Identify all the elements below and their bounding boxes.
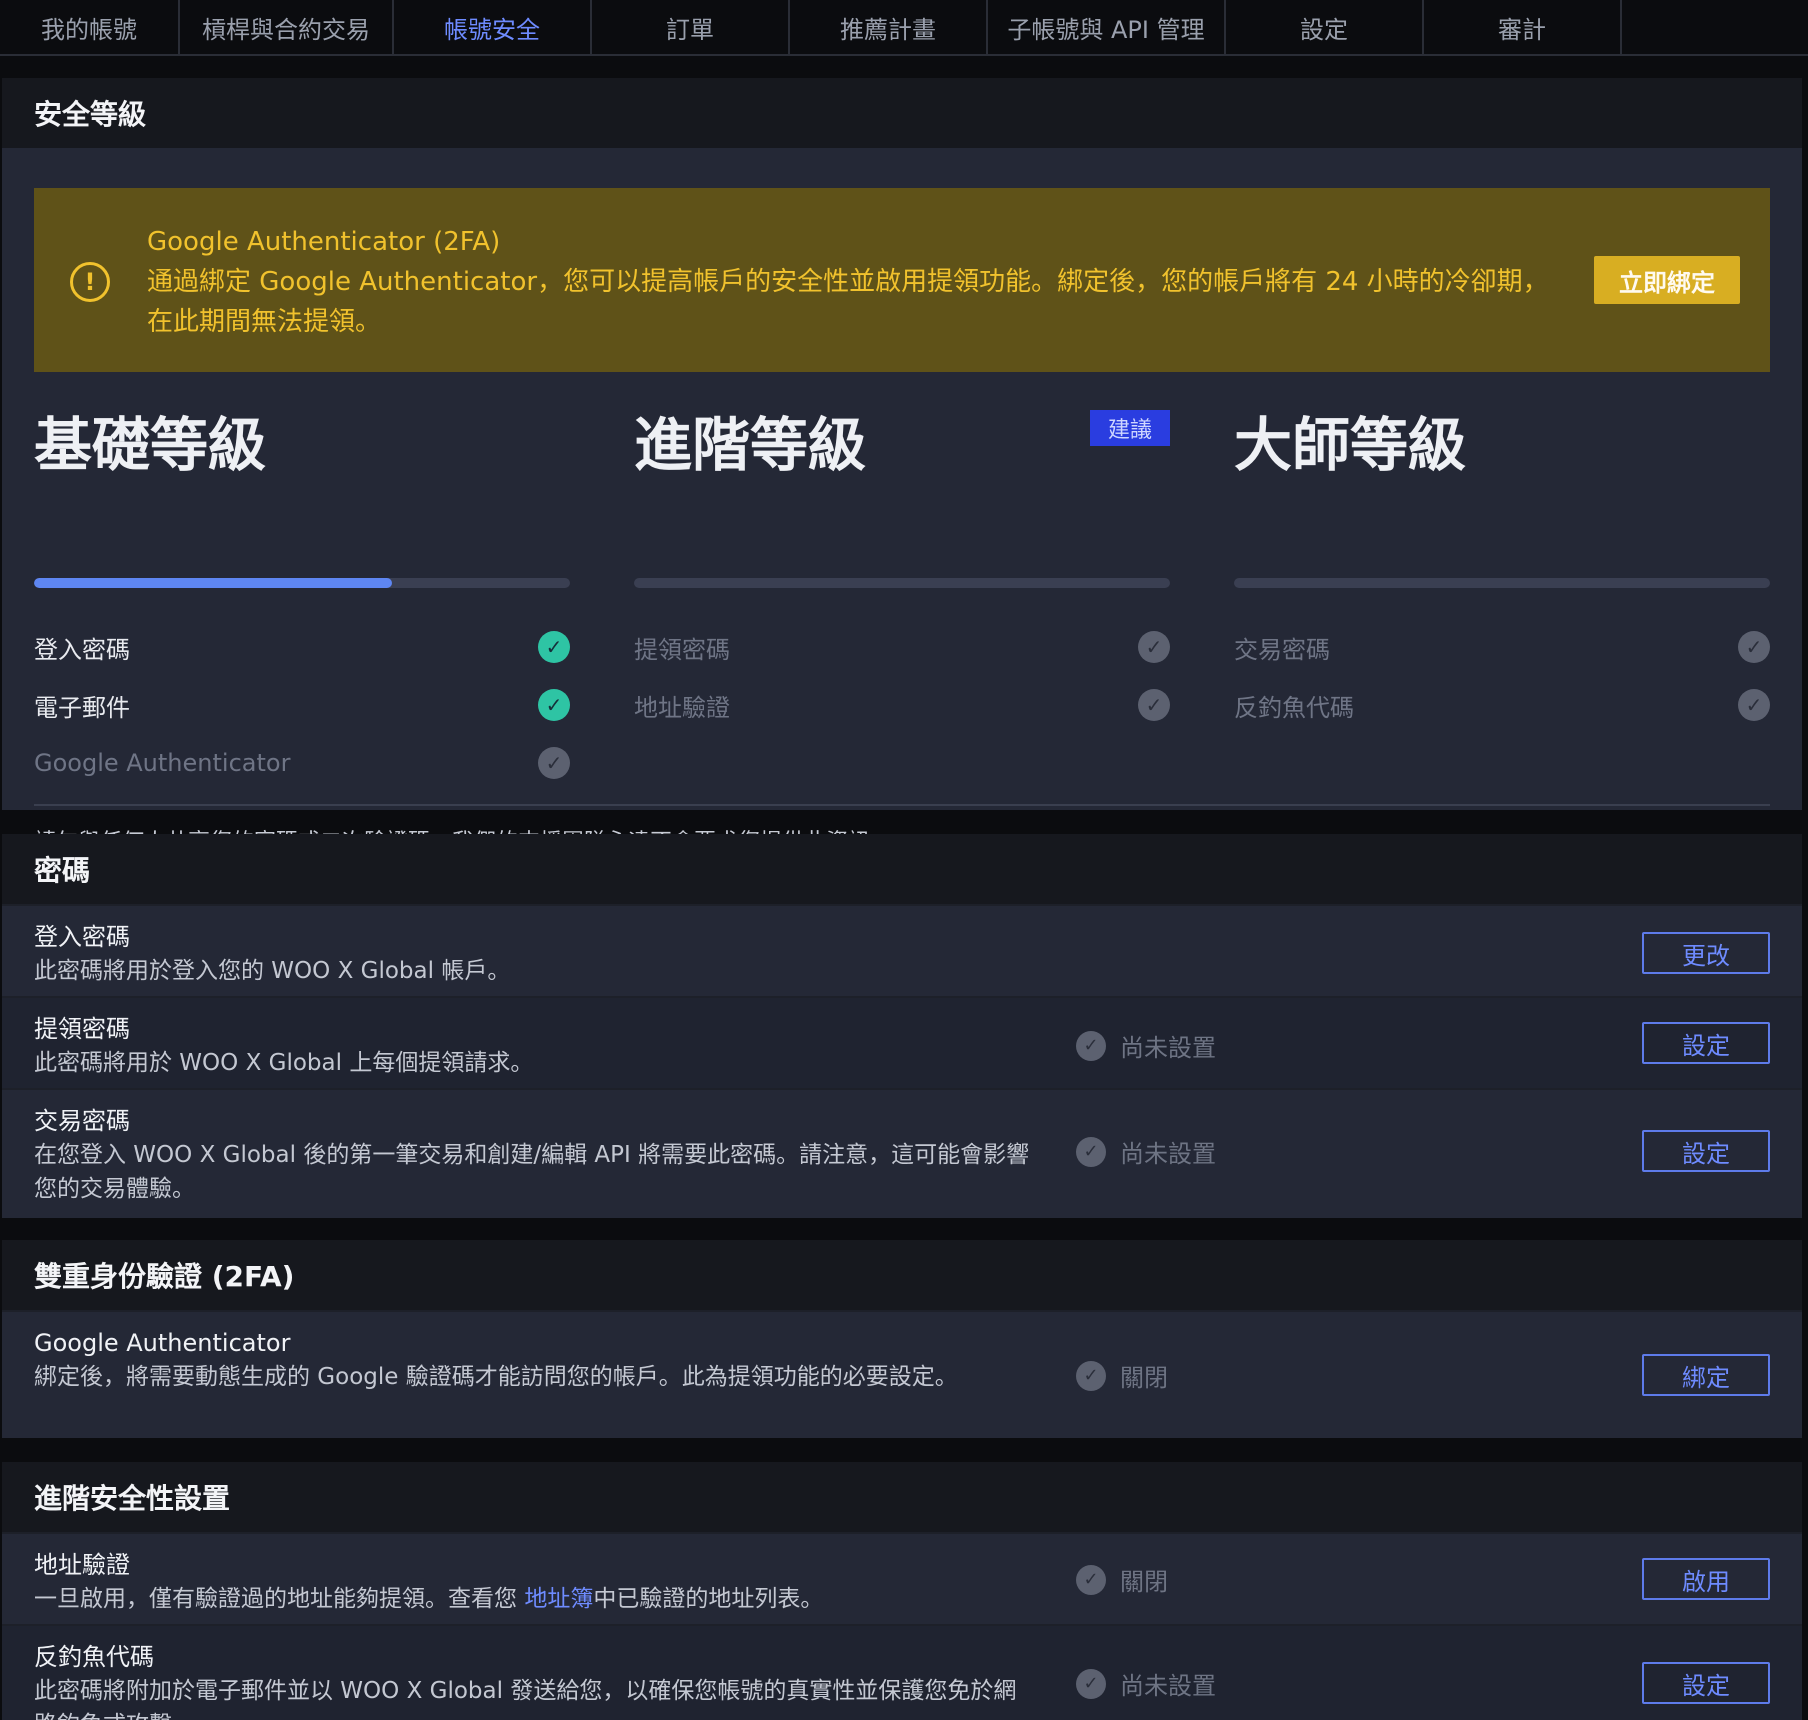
level-item-label: 交易密碼 [1234, 635, 1330, 664]
trading-password-row: 交易密碼 在您登入 WOO X Global 後的第一筆交易和創建/編輯 API… [2, 1088, 1802, 1212]
banner-message: 通過綁定 Google Authenticator，您可以提高帳戶的安全性並啟用… [147, 267, 1549, 337]
level-title: 基礎等級 [34, 411, 267, 479]
tab-orders[interactable]: 訂單 [592, 0, 790, 54]
exclamation-circle-icon: ! [70, 262, 110, 302]
row-desc-text: 一旦啟用，僅有驗證過的地址能夠提領。查看您 [34, 1586, 525, 1612]
tab-audit[interactable]: 審計 [1424, 0, 1622, 54]
level-item: 提領密碼 ✓ [634, 618, 1170, 676]
level-item-label: 提領密碼 [634, 635, 730, 664]
section-title: 雙重身份驗證 (2FA) [2, 1240, 1802, 1310]
section-title: 進階安全性設置 [2, 1462, 1802, 1532]
status-text: 關閉 [1120, 1568, 1168, 1596]
row-desc: 在您登入 WOO X Global 後的第一筆交易和創建/編輯 API 將需要此… [34, 1142, 1030, 1202]
divider [34, 804, 1770, 806]
check-circle-icon: ✓ [1076, 1360, 1106, 1391]
row-title: 提領密碼 [34, 1015, 130, 1043]
row-title: 登入密碼 [34, 923, 130, 951]
status: ✓ 關閉 [1076, 1358, 1168, 1393]
tab-referral[interactable]: 推薦計畫 [790, 0, 988, 54]
check-circle-icon: ✓ [538, 747, 570, 779]
level-item: 地址驗證 ✓ [634, 676, 1170, 734]
level-progress [34, 578, 570, 588]
row-title: Google Authenticator [34, 1329, 291, 1357]
status-text: 關閉 [1120, 1364, 1168, 1392]
tab-margin-futures[interactable]: 槓桿與合約交易 [180, 0, 394, 54]
bind-now-button[interactable]: 立即綁定 [1594, 256, 1740, 304]
tab-my-account[interactable]: 我的帳號 [0, 0, 180, 54]
row-title: 反釣魚代碼 [34, 1643, 154, 1671]
check-circle-icon: ✓ [1076, 1136, 1106, 1167]
check-circle-icon: ✓ [1138, 689, 1170, 721]
password-panel: 密碼 登入密碼 此密碼將用於登入您的 WOO X Global 帳戶。 更改 提… [2, 834, 1802, 1218]
level-item: 反釣魚代碼 ✓ [1234, 676, 1770, 734]
check-circle-icon: ✓ [1738, 631, 1770, 663]
level-progress-fill [34, 578, 392, 588]
status: ✓ 尚未設置 [1076, 1666, 1216, 1701]
check-circle-icon: ✓ [1076, 1668, 1106, 1699]
level-item: 電子郵件 ✓ [34, 676, 570, 734]
status-text: 尚未設置 [1120, 1140, 1216, 1168]
row-title: 交易密碼 [34, 1107, 130, 1135]
top-nav: 我的帳號 槓桿與合約交易 帳號安全 訂單 推薦計畫 子帳號與 API 管理 設定… [0, 0, 1808, 56]
level-master: 大師等級 交易密碼 ✓ 反釣魚代碼 ✓ [1234, 398, 1770, 722]
row-desc: 綁定後，將需要動態生成的 Google 驗證碼才能訪問您的帳戶。此為提領功能的必… [34, 1364, 958, 1390]
status: ✓ 尚未設置 [1076, 1134, 1216, 1169]
level-progress [1234, 578, 1770, 588]
row-desc: 此密碼將用於 WOO X Global 上每個提領請求。 [34, 1050, 534, 1076]
advanced-security-panel: 進階安全性設置 地址驗證 一旦啟用，僅有驗證過的地址能夠提領。查看您 地址簿中已… [2, 1462, 1802, 1720]
level-item-label: 電子郵件 [34, 693, 130, 722]
set-trading-password-button[interactable]: 設定 [1642, 1130, 1770, 1172]
bind-google-authenticator-button[interactable]: 綁定 [1642, 1354, 1770, 1396]
set-anti-phishing-code-button[interactable]: 設定 [1642, 1662, 1770, 1704]
check-circle-icon: ✓ [1076, 1564, 1106, 1595]
level-item-label: 反釣魚代碼 [1234, 693, 1354, 722]
check-circle-icon: ✓ [538, 631, 570, 663]
status: ✓ 關閉 [1076, 1562, 1168, 1597]
login-password-row: 登入密碼 此密碼將用於登入您的 WOO X Global 帳戶。 更改 [2, 904, 1802, 996]
anti-phishing-code-row: 反釣魚代碼 此密碼將附加於電子郵件並以 WOO X Global 發送給您，以確… [2, 1624, 1802, 1720]
twofa-panel: 雙重身份驗證 (2FA) Google Authenticator 綁定後，將需… [2, 1240, 1802, 1438]
level-title: 大師等級 [1234, 411, 1467, 479]
google-authenticator-row: Google Authenticator 綁定後，將需要動態生成的 Google… [2, 1310, 1802, 1438]
row-desc: 此密碼將附加於電子郵件並以 WOO X Global 發送給您，以確保您帳號的真… [34, 1678, 1017, 1720]
address-verification-row: 地址驗證 一旦啟用，僅有驗證過的地址能夠提領。查看您 地址簿中已驗證的地址列表。… [2, 1532, 1802, 1624]
row-title: 地址驗證 [34, 1551, 130, 1579]
set-withdraw-password-button[interactable]: 設定 [1642, 1022, 1770, 1064]
row-desc-text: 中已驗證的地址列表。 [593, 1586, 824, 1612]
level-item: 交易密碼 ✓ [1234, 618, 1770, 676]
row-desc: 此密碼將用於登入您的 WOO X Global 帳戶。 [34, 958, 511, 984]
level-item-label: Google Authenticator [34, 749, 291, 777]
level-basic: 基礎等級 登入密碼 ✓ 電子郵件 ✓ Google Authenticator … [34, 398, 570, 779]
address-book-link[interactable]: 地址簿 [524, 1586, 593, 1612]
security-level-panel: 安全等級 ! Google Authenticator (2FA) 通過綁定 G… [2, 78, 1802, 855]
recommended-badge: 建議 [1090, 410, 1170, 446]
check-circle-icon: ✓ [538, 689, 570, 721]
2fa-banner: ! Google Authenticator (2FA) 通過綁定 Google… [34, 188, 1770, 372]
change-login-password-button[interactable]: 更改 [1642, 932, 1770, 974]
enable-address-verification-button[interactable]: 啟用 [1642, 1558, 1770, 1600]
check-circle-icon: ✓ [1738, 689, 1770, 721]
status: ✓ 尚未設置 [1076, 1028, 1216, 1063]
level-item-label: 地址驗證 [634, 693, 730, 722]
status-text: 尚未設置 [1120, 1034, 1216, 1062]
check-circle-icon: ✓ [1076, 1030, 1106, 1061]
tab-account-security[interactable]: 帳號安全 [394, 0, 592, 54]
level-item: Google Authenticator ✓ [34, 734, 570, 792]
level-item: 登入密碼 ✓ [34, 618, 570, 676]
row-desc: 一旦啟用，僅有驗證過的地址能夠提領。查看您 地址簿中已驗證的地址列表。 [34, 1582, 1034, 1616]
section-title: 密碼 [2, 834, 1802, 904]
status-text: 尚未設置 [1120, 1672, 1216, 1700]
section-title: 安全等級 [2, 78, 1802, 148]
level-item-label: 登入密碼 [34, 635, 130, 664]
level-advanced: 進階等級 建議 提領密碼 ✓ 地址驗證 ✓ [634, 398, 1170, 722]
check-circle-icon: ✓ [1138, 631, 1170, 663]
withdraw-password-row: 提領密碼 此密碼將用於 WOO X Global 上每個提領請求。 ✓ 尚未設置… [2, 996, 1802, 1088]
tab-subaccount-api[interactable]: 子帳號與 API 管理 [988, 0, 1226, 54]
level-progress [634, 578, 1170, 588]
tab-settings[interactable]: 設定 [1226, 0, 1424, 54]
banner-title: Google Authenticator (2FA) [147, 227, 501, 257]
